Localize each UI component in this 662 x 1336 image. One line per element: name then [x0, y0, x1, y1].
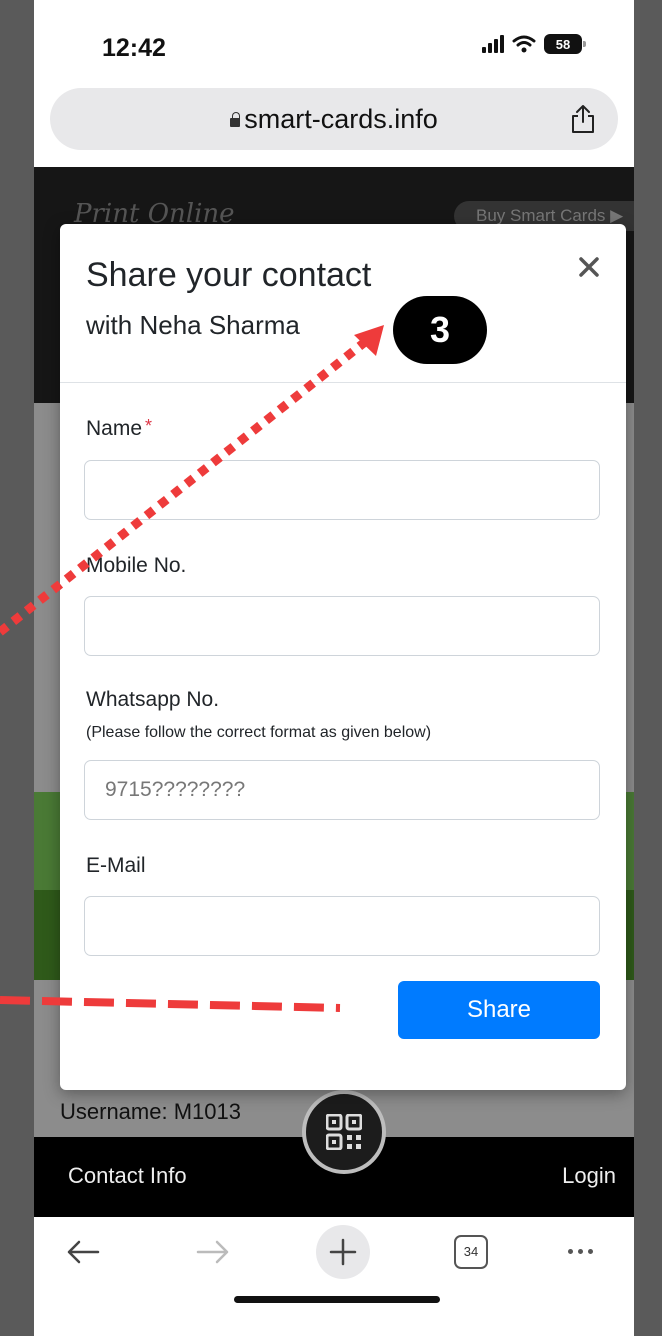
close-icon[interactable] [578, 256, 600, 278]
phone-screen: 12:42 58 smart-cards.info Print Online B… [34, 0, 634, 1336]
home-indicator [234, 1296, 440, 1303]
name-label: Name * [86, 416, 153, 440]
modal-title: Share your contact [86, 256, 372, 294]
signal-icon [482, 35, 504, 53]
battery-icon: 58 [544, 34, 586, 54]
lock-icon [230, 112, 241, 127]
url-display[interactable]: smart-cards.info [50, 88, 618, 150]
more-menu-icon[interactable] [568, 1249, 593, 1254]
step-number-badge: 3 [393, 296, 487, 364]
address-bar[interactable]: smart-cards.info [50, 88, 618, 150]
share-icon[interactable] [570, 104, 596, 134]
modal-divider [60, 382, 626, 383]
mobile-input[interactable] [84, 596, 600, 656]
plus-icon [329, 1238, 357, 1266]
username-label: Username: M1013 [60, 1099, 241, 1124]
whatsapp-input[interactable] [84, 760, 600, 820]
status-icons: 58 [482, 34, 586, 54]
mobile-label: Mobile No. [86, 554, 187, 577]
new-tab-button[interactable] [316, 1225, 370, 1279]
browser-toolbar: 34 [34, 1217, 634, 1336]
login-link[interactable]: Login [562, 1163, 616, 1189]
qr-code-button[interactable] [302, 1090, 386, 1174]
whatsapp-label: Whatsapp No. [86, 688, 220, 711]
forward-arrow-icon[interactable] [196, 1239, 230, 1265]
status-bar: 12:42 58 [34, 0, 634, 86]
wifi-icon [512, 35, 536, 53]
url-text: smart-cards.info [244, 104, 438, 134]
share-contact-modal: Share your contact with Neha Sharma Name… [60, 224, 626, 1090]
email-label: E-Mail [86, 854, 146, 877]
required-asterisk: * [145, 416, 153, 436]
contact-info-link[interactable]: Contact Info [68, 1163, 187, 1189]
status-time: 12:42 [102, 34, 166, 62]
back-arrow-icon[interactable] [66, 1239, 100, 1265]
name-input[interactable] [84, 460, 600, 520]
qr-code-icon [326, 1114, 362, 1150]
email-input[interactable] [84, 896, 600, 956]
modal-subtitle: with Neha Sharma [86, 310, 300, 340]
tab-count-button[interactable]: 34 [454, 1235, 488, 1269]
whatsapp-hint: (Please follow the correct format as giv… [86, 724, 432, 741]
share-button[interactable]: Share [398, 981, 600, 1039]
